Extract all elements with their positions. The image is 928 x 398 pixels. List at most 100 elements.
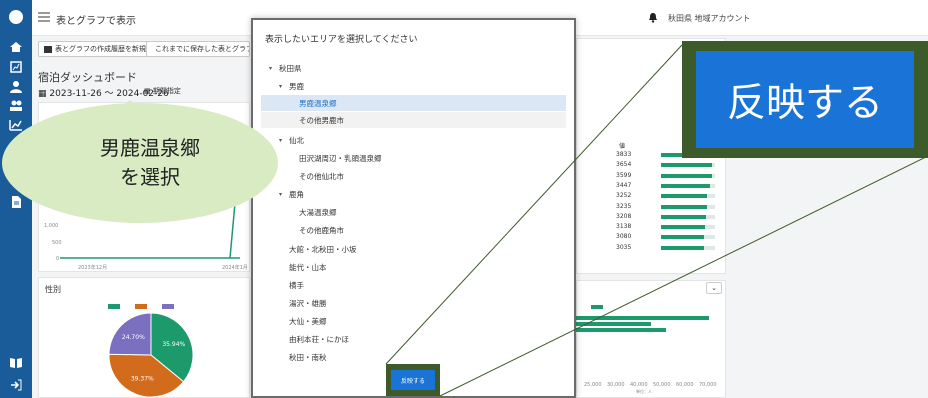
account-name[interactable]: 秋田県 地域アカウント (668, 13, 751, 24)
rank-bar (661, 214, 707, 219)
chevron-down-icon[interactable]: ▾ (269, 65, 279, 72)
bell-icon[interactable] (648, 12, 658, 23)
pie-chart: 35.94% 39.37% 24.70% (108, 312, 194, 398)
tree-item[interactable]: その他男鹿市 (261, 112, 566, 128)
tree-item[interactable]: 大湯温泉郷 (299, 204, 337, 220)
chevron-down-icon[interactable]: ▾ (279, 191, 289, 198)
calendar-icon: ▦ (144, 87, 151, 95)
tree-item-label: 大仙・美郷 (289, 316, 327, 326)
tree-item[interactable]: ▾ 秋田県 (269, 60, 302, 76)
saved-charts-label: これまでに保存した表とグラフ (155, 45, 250, 53)
zoom-callout: 反映する (682, 41, 928, 158)
tree-item-label: 湯沢・雄勝 (289, 298, 327, 308)
legend-swatch (108, 304, 120, 309)
tree-item[interactable]: 秋田・南秋 (289, 349, 327, 365)
document-icon[interactable] (9, 195, 23, 209)
tree-item-label: 大館・北秋田・小坂 (289, 244, 357, 254)
calendar-icon: ▦ (38, 89, 47, 99)
bubble-line-1: 男鹿温泉郷 (100, 136, 200, 160)
tree-item-label: 横手 (289, 280, 304, 290)
bar-xtick: 30,000 (607, 382, 625, 388)
rank-value: 3599 (616, 171, 632, 179)
rank-row: 3035 (616, 243, 726, 253)
logout-icon[interactable] (9, 378, 23, 392)
rank-value: 3080 (616, 233, 632, 241)
tree-item[interactable]: ▾ 仙北 (279, 132, 304, 148)
ytick-label: 500 (52, 240, 62, 246)
tree-item[interactable]: その他鹿角市 (299, 222, 344, 238)
tree-item[interactable]: 男鹿温泉郷 (261, 95, 566, 111)
rank-row: 3599 (616, 171, 726, 181)
tree-item[interactable]: 田沢湖周辺・乳頭温泉郷 (299, 150, 382, 166)
tree-item[interactable]: 大仙・美郷 (289, 313, 327, 329)
sidebar (0, 0, 32, 398)
folder-icon (44, 45, 52, 53)
rank-bar (661, 204, 707, 209)
rank-row: 3235 (616, 202, 726, 212)
rank-row: 3252 (616, 191, 726, 201)
rank-value: 3252 (616, 192, 632, 200)
rank-row: 3138 (616, 222, 726, 232)
rank-row: 3208 (616, 212, 726, 222)
pie-data-label: 35.94% (162, 341, 185, 348)
rank-bar (661, 194, 707, 199)
users-icon[interactable] (9, 98, 23, 112)
legend-swatch (135, 304, 147, 309)
tree-item-label: 大湯温泉郷 (299, 207, 337, 217)
tree-item-label: 男鹿温泉郷 (299, 98, 337, 108)
saved-charts-button[interactable]: これまでに保存した表とグラフ (146, 41, 250, 57)
line-chart-icon[interactable] (9, 118, 23, 132)
rank-bar (661, 173, 712, 178)
rank-value: 3208 (616, 212, 632, 220)
bar (576, 328, 666, 332)
bar-chart (576, 305, 709, 332)
chevron-down-icon[interactable]: ▾ (279, 83, 289, 90)
rank-bar (661, 245, 704, 250)
screen: 表とグラフで表示 秋田県 地域アカウント 表とグラフの作成履歴を新規作成 これま… (0, 0, 928, 398)
zoomed-apply-button: 反映する (696, 51, 914, 148)
rank-value: 3654 (616, 161, 632, 169)
menu-icon[interactable] (38, 12, 50, 22)
rank-row: 3654 (616, 160, 726, 170)
bar-xtick: 40,000 (630, 382, 648, 388)
book-icon[interactable] (9, 356, 23, 370)
tree-item[interactable]: 由利本荘・にかほ (289, 331, 349, 347)
apply-button[interactable]: 反映する (391, 370, 435, 390)
period-button[interactable]: ▦ 期間指定 (144, 86, 181, 96)
rank-bar (661, 235, 705, 240)
tree-item[interactable]: ▾ 男鹿 (279, 78, 304, 94)
chevron-down-icon[interactable]: ▾ (279, 137, 289, 144)
modal-title: 表示したいエリアを選択してください (265, 35, 418, 45)
chevron-down-icon[interactable]: ⌄ (706, 282, 722, 294)
home-icon[interactable] (9, 40, 23, 54)
tree-item-label: 秋田・南秋 (289, 352, 327, 362)
rank-bar (661, 225, 706, 230)
tree-item[interactable]: 大館・北秋田・小坂 (289, 241, 357, 257)
rank-header: 値 (619, 143, 626, 150)
bar-xtick: 50,000 (653, 382, 671, 388)
rank-value: 3447 (616, 181, 632, 189)
pie-legend (108, 304, 174, 309)
app-logo-icon[interactable] (9, 10, 23, 24)
rank-bar (661, 183, 710, 188)
user-icon[interactable] (9, 80, 23, 94)
tree-item[interactable]: 横手 (289, 277, 304, 293)
tree-item-label: 秋田県 (279, 63, 302, 73)
rank-row: 3080 (616, 232, 726, 242)
legend-swatch (591, 305, 603, 309)
tree-item-label: 仙北 (289, 135, 304, 145)
rank-bar (661, 163, 713, 168)
tree-item[interactable]: 湯沢・雄勝 (289, 295, 327, 311)
tree-item-label: その他男鹿市 (299, 115, 344, 125)
rank-row: 3447 (616, 181, 726, 191)
bar (576, 322, 651, 326)
tree-item[interactable]: その他仙北市 (299, 168, 344, 184)
gender-card-title: 性別 (45, 285, 61, 294)
bubble-line-2: を選択 (120, 165, 180, 189)
tree-item-label: 田沢湖周辺・乳頭温泉郷 (299, 153, 382, 163)
chart-icon[interactable] (9, 60, 23, 74)
tree-item[interactable]: ▾ 鹿角 (279, 186, 304, 202)
bar-xtick: 70,000 (699, 382, 717, 388)
tree-item[interactable]: 能代・山本 (289, 259, 327, 275)
dashboard-title: 宿泊ダッシュボード (38, 71, 137, 84)
